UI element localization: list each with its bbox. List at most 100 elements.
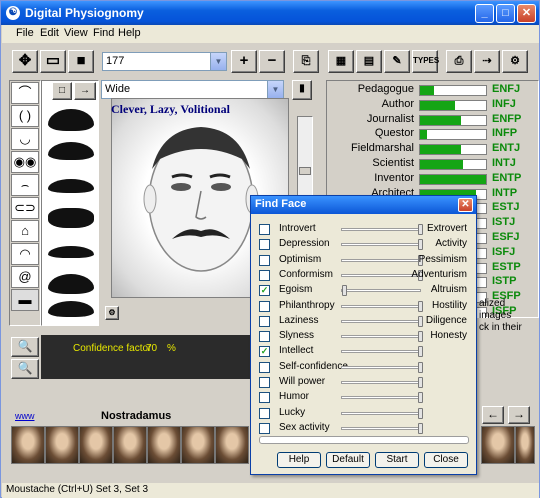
open-folder-icon[interactable]: ▭ (40, 50, 66, 73)
portrait-thumbnail[interactable] (79, 426, 113, 464)
square-icon[interactable]: □ (52, 82, 72, 100)
trait-slider[interactable] (341, 392, 423, 404)
zoom-icon[interactable]: 🔍 (11, 359, 39, 379)
moustache-option[interactable] (44, 270, 98, 300)
trait-slider[interactable] (341, 407, 423, 419)
types-icon[interactable]: TYPES (412, 50, 439, 73)
eyes-icon[interactable]: ◉◉ (11, 151, 39, 173)
portrait-thumbnail[interactable] (45, 426, 79, 464)
close-button[interactable]: ✕ (517, 4, 536, 23)
trait-slider[interactable] (341, 239, 423, 251)
trait-slider-thumb[interactable] (418, 422, 423, 434)
trait-slider-thumb[interactable] (418, 346, 423, 358)
hair-icon[interactable]: ⌒ (11, 82, 39, 104)
type-row[interactable]: Journalist ENFP (327, 113, 538, 127)
trait-slider-thumb[interactable] (418, 361, 423, 373)
trait-slider[interactable] (341, 224, 423, 235)
ears-icon[interactable]: ⊂⊃ (11, 197, 39, 219)
trait-slider[interactable] (341, 315, 423, 327)
portrait-thumbnail[interactable] (481, 426, 515, 464)
type-row[interactable]: Author INFJ (327, 98, 538, 112)
document-icon[interactable]: ▤ (356, 50, 382, 73)
trait-slider-thumb[interactable] (342, 285, 347, 297)
trait-slider[interactable] (341, 285, 421, 297)
trait-checkbox[interactable] (259, 422, 270, 434)
menu-help[interactable]: Help (118, 27, 141, 39)
trait-checkbox[interactable]: ✓ (259, 346, 270, 358)
type-row[interactable]: Scientist INTJ (327, 157, 538, 171)
type-row[interactable]: Inventor ENTP (327, 172, 538, 186)
trait-slider[interactable] (341, 346, 423, 358)
dialog-title-bar[interactable]: Find Face ✕ (251, 196, 476, 214)
gear-icon[interactable]: ⚙ (105, 306, 119, 320)
type-row[interactable]: Questor INFP (327, 127, 538, 141)
dialog-close-icon[interactable]: ✕ (458, 198, 473, 212)
slider-thumb[interactable] (299, 167, 311, 175)
help-button[interactable]: Help (277, 452, 321, 468)
start-button[interactable]: Start (375, 452, 419, 468)
trait-checkbox[interactable] (259, 392, 270, 404)
trait-slider-thumb[interactable] (418, 224, 423, 235)
trait-checkbox[interactable] (259, 254, 270, 266)
copy-icon[interactable]: ⎘ (293, 50, 319, 73)
export-icon[interactable]: ⇢ (474, 50, 500, 73)
trait-slider-thumb[interactable] (418, 392, 423, 404)
title-bar[interactable]: ☯ Digital Physiognomy _ □ ✕ (1, 1, 539, 25)
default-button[interactable]: Default (326, 452, 370, 468)
calendar-icon[interactable]: ▦ (328, 50, 354, 73)
info-icon[interactable]: ▮ (292, 80, 312, 100)
trait-slider-thumb[interactable] (418, 331, 423, 343)
face-shape-icon[interactable]: ( ) (11, 105, 39, 127)
trait-slider-thumb[interactable] (418, 300, 423, 312)
menu-edit[interactable]: Edit (40, 27, 59, 39)
portrait-thumbnail[interactable] (11, 426, 45, 464)
trait-checkbox[interactable] (259, 331, 270, 343)
trait-checkbox[interactable]: ✓ (259, 285, 270, 297)
zoom-icon[interactable]: 🔍 (11, 337, 39, 357)
minimize-button[interactable]: _ (475, 4, 494, 23)
trait-checkbox[interactable] (259, 361, 270, 373)
portrait-thumbnail[interactable] (147, 426, 181, 464)
moustache-option[interactable] (44, 105, 98, 135)
save-icon[interactable]: ■ (68, 50, 94, 73)
menu-find[interactable]: Find (93, 27, 114, 39)
trait-slider[interactable] (341, 300, 423, 312)
portrait-thumbnail[interactable] (113, 426, 147, 464)
move-icon[interactable]: ✥ (12, 50, 38, 73)
add-button[interactable]: + (231, 50, 257, 73)
portrait-thumbnail[interactable] (181, 426, 215, 464)
chevron-down-icon[interactable]: ▼ (267, 81, 283, 98)
settings-icon[interactable]: ⚙ (502, 50, 528, 73)
ear-icon[interactable]: @ (11, 266, 39, 288)
trait-slider[interactable] (341, 269, 423, 281)
trait-checkbox[interactable] (259, 315, 270, 327)
arrow-right-icon[interactable]: → (508, 406, 530, 424)
portrait-thumbnail[interactable] (215, 426, 249, 464)
chevron-down-icon[interactable]: ▼ (210, 53, 226, 70)
moustache-option[interactable] (44, 204, 98, 234)
face-shape-combo[interactable]: Wide ▼ (101, 80, 284, 99)
type-row[interactable]: Fieldmarshal ENTJ (327, 142, 538, 156)
trait-slider[interactable] (341, 254, 423, 266)
portrait-thumbnail[interactable] (515, 426, 535, 464)
type-row[interactable]: Pedagogue ENFJ (327, 83, 538, 97)
maximize-button[interactable]: □ (496, 4, 515, 23)
nose-icon[interactable]: ⌂ (11, 220, 39, 242)
trait-checkbox[interactable] (259, 269, 270, 281)
moustache-option[interactable] (44, 171, 98, 201)
trait-checkbox[interactable] (259, 407, 270, 419)
trait-slider-thumb[interactable] (418, 377, 423, 388)
trait-slider[interactable] (341, 361, 423, 373)
reference-link[interactable]: www (15, 411, 35, 421)
moustache-icon[interactable]: ▬ (11, 289, 39, 311)
mouth-icon[interactable]: ◠ (11, 243, 39, 265)
menu-view[interactable]: View (64, 27, 88, 39)
trait-slider-thumb[interactable] (418, 315, 423, 327)
moustache-option[interactable] (44, 138, 98, 168)
remove-button[interactable]: − (259, 50, 285, 73)
moustache-option[interactable] (44, 237, 98, 267)
print-icon[interactable]: ⎙ (446, 50, 472, 73)
trait-slider[interactable] (341, 377, 423, 388)
forehead-icon[interactable]: ◡ (11, 128, 39, 150)
menu-file[interactable]: File (16, 27, 34, 39)
